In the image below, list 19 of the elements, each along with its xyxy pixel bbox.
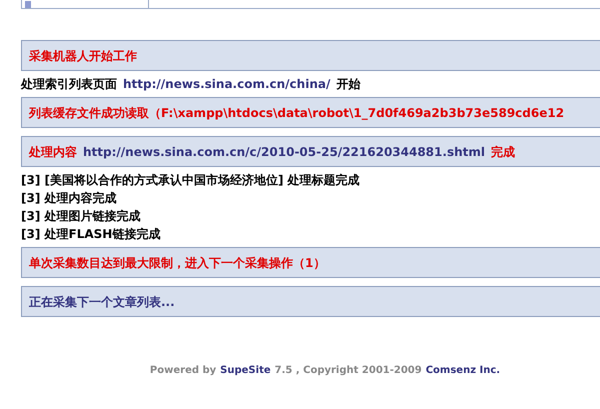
footer-link[interactable]: SupeSite: [220, 363, 271, 378]
log-text: 开始: [336, 76, 360, 93]
message-text: 处理内容: [29, 144, 77, 160]
log-text: [3] [美国将以合作的方式承认中国市场经济地位] 处理标题完成: [21, 172, 360, 189]
log-text: [3] 处理内容完成: [21, 190, 116, 207]
message-text: 单次采集数目达到最大限制，进入下一个采集操作（1）: [29, 254, 326, 272]
url-link[interactable]: http://news.sina.com.cn/china/: [123, 75, 330, 93]
message-text: 列表缓存文件成功读取（F:\xampp\htdocs\data\robot\1_7d0f469a2b3b73e589cd6e12: [29, 104, 564, 122]
footer-text: 7.5 , Copyright 2001-2009: [274, 364, 422, 378]
url-link[interactable]: http://news.sina.com.cn/c/2010-05-25/221620344881.shtml: [83, 142, 485, 160]
status-text: 正在采集下一个文章列表...: [29, 294, 175, 310]
log-text: [3] 处理图片链接完成: [21, 208, 140, 225]
log-text: [3] 处理FLASH链接完成: [21, 226, 160, 243]
footer-text: Powered by: [150, 364, 216, 378]
message-text: 完成: [490, 144, 515, 160]
log-text: 处理索引列表页面: [21, 76, 117, 93]
footer-link[interactable]: Comsenz Inc.: [426, 363, 500, 378]
message-text: 采集机器人开始工作: [29, 48, 137, 64]
marker-icon: [25, 1, 31, 8]
